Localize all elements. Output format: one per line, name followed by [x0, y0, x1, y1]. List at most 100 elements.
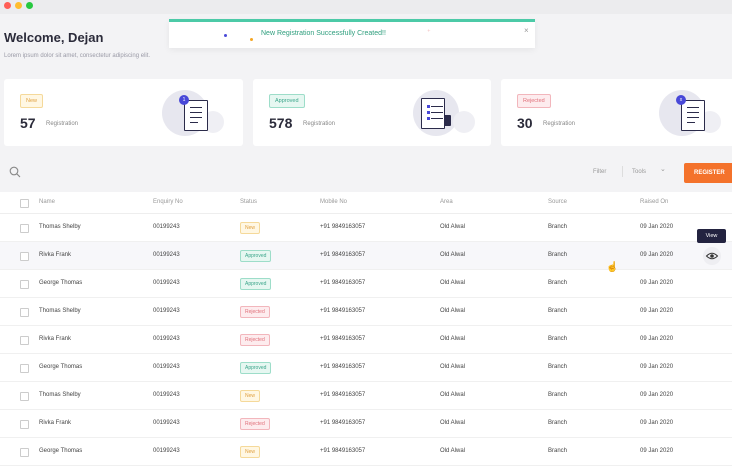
card-label: Registration: [543, 121, 576, 127]
cell-raised-on: 09 Jan 2020: [640, 308, 674, 314]
status-badge: Approved: [240, 362, 272, 374]
cell-enquiry-no: 00199243: [153, 336, 180, 342]
window-titlebar: [0, 0, 732, 14]
view-tooltip: View: [697, 229, 726, 243]
cell-area: Old Alwal: [440, 280, 466, 286]
cell-source: Branch: [548, 392, 568, 398]
cell-name: Thomas Shelby: [39, 392, 81, 398]
stat-card-new[interactable]: New 57 Registration 1: [4, 79, 243, 146]
search-icon[interactable]: [9, 166, 21, 178]
cell-mobile-no: +91 9849163057: [320, 336, 366, 342]
cell-name: Rivka Frank: [39, 336, 72, 342]
cell-enquiry-no: 00199243: [153, 280, 180, 286]
cell-area: Old Alwal: [440, 308, 466, 314]
filter-button[interactable]: Filter: [593, 169, 606, 175]
stat-card-rejected[interactable]: Rejected 30 Registration x: [501, 79, 732, 146]
cell-raised-on: 09 Jan 2020: [640, 336, 674, 342]
cell-name: George Thomas: [39, 280, 83, 286]
cell-raised-on: 09 Jan 2020: [640, 280, 674, 286]
card-count: 57: [20, 115, 36, 131]
table-header: Name Enquiry No Status Mobile No Area So…: [0, 192, 732, 214]
status-badge: Rejected: [517, 94, 551, 108]
status-badge: New: [240, 446, 261, 458]
card-count: 578: [269, 115, 293, 131]
cell-mobile-no: +91 9849163057: [320, 364, 366, 370]
registrations-table: Name Enquiry No Status Mobile No Area So…: [0, 192, 732, 475]
hand-cursor-icon: ☝: [606, 262, 619, 273]
row-checkbox[interactable]: [20, 392, 29, 401]
cell-enquiry-no: 00199243: [153, 224, 180, 230]
table-row[interactable]: Thomas Shelby 00199243 +91 9849163057 Old A…: [0, 214, 732, 242]
cell-raised-on: 09 Jan 2020: [640, 420, 674, 426]
close-window-dot[interactable]: [4, 2, 11, 9]
cell-source: Branch: [548, 308, 568, 314]
cell-raised-on: 09 Jan 2020: [640, 224, 674, 230]
cell-raised-on: 09 Jan 2020: [640, 364, 674, 370]
table-row[interactable]: George Thomas 00199243 +91 9849163057 Old A…: [0, 438, 732, 466]
toolbar-divider: [622, 166, 623, 177]
row-checkbox[interactable]: [20, 448, 29, 457]
minimize-window-dot[interactable]: [15, 2, 22, 9]
maximize-window-dot[interactable]: [26, 2, 33, 9]
cell-enquiry-no: 00199243: [153, 252, 180, 258]
status-badge: Approved: [240, 278, 272, 290]
status-badge: Rejected: [240, 334, 270, 346]
cell-name: Thomas Shelby: [39, 308, 81, 314]
column-header[interactable]: Area: [440, 199, 453, 205]
cell-source: Branch: [548, 364, 568, 370]
decor-dot-icon: [250, 38, 253, 41]
row-checkbox[interactable]: [20, 224, 29, 233]
row-checkbox[interactable]: [20, 364, 29, 373]
row-checkbox[interactable]: [20, 252, 29, 261]
row-checkbox[interactable]: [20, 308, 29, 317]
cell-enquiry-no: 00199243: [153, 448, 180, 454]
stat-card-approved[interactable]: Approved 578 Registration: [253, 79, 491, 146]
cell-name: George Thomas: [39, 364, 83, 370]
toast-message: New Registration Successfully Created!!: [261, 30, 386, 37]
table-row[interactable]: George Thomas 00199243 +91 9849163057 Old A…: [0, 354, 732, 382]
row-checkbox[interactable]: [20, 420, 29, 429]
column-header[interactable]: Enquiry No: [153, 199, 183, 205]
cell-name: George Thomas: [39, 448, 83, 454]
status-badge: Approved: [269, 94, 305, 108]
cell-mobile-no: +91 9849163057: [320, 392, 366, 398]
cell-mobile-no: +91 9849163057: [320, 252, 366, 258]
table-row[interactable]: Thomas Shelby 00199243 +91 9849163057 Old A…: [0, 382, 732, 410]
column-header[interactable]: Name: [39, 199, 55, 205]
cell-area: Old Alwal: [440, 364, 466, 370]
card-label: Registration: [303, 121, 336, 127]
status-badge: New: [240, 390, 261, 402]
success-toast: New Registration Successfully Created!! …: [169, 19, 535, 48]
row-checkbox[interactable]: [20, 280, 29, 289]
cell-name: Rivka Frank: [39, 252, 72, 258]
sparkle-icon: ⁺: [427, 29, 431, 36]
welcome-subtitle: Lorem ipsum dolor sit amet, consectetur …: [4, 53, 151, 59]
cell-source: Branch: [548, 280, 568, 286]
cell-raised-on: 09 Jan 2020: [640, 448, 674, 454]
column-header[interactable]: Mobile No: [320, 199, 347, 205]
column-header[interactable]: Status: [240, 199, 257, 205]
chevron-down-icon[interactable]: ⌄: [660, 165, 666, 173]
cell-enquiry-no: 00199243: [153, 392, 180, 398]
badge-x: x: [676, 95, 686, 105]
row-checkbox[interactable]: [20, 336, 29, 345]
table-row[interactable]: Rivka Frank 00199243 +91 9849163057 Old Alw…: [0, 242, 732, 270]
table-row[interactable]: George Thomas 00199243 +91 9849163057 Old A…: [0, 270, 732, 298]
view-button[interactable]: [703, 247, 721, 265]
column-header[interactable]: Source: [548, 199, 567, 205]
cell-enquiry-no: 00199243: [153, 308, 180, 314]
cell-area: Old Alwal: [440, 252, 466, 258]
cell-mobile-no: +91 9849163057: [320, 448, 366, 454]
welcome-heading: Welcome, Dejan: [4, 30, 104, 45]
toast-close-icon[interactable]: ×: [524, 26, 529, 35]
status-badge: Rejected: [240, 418, 270, 430]
status-badge: Rejected: [240, 306, 270, 318]
select-all-checkbox[interactable]: [20, 199, 29, 208]
table-row[interactable]: Thomas Shelby 00199243 +91 9849163057 Old A…: [0, 298, 732, 326]
column-header[interactable]: Raised On: [640, 199, 668, 205]
register-button[interactable]: REGISTER: [684, 163, 732, 183]
decor-dot-icon: [224, 34, 227, 37]
tools-dropdown[interactable]: Tools: [632, 169, 646, 175]
table-row[interactable]: Rivka Frank 00199243 +91 9849163057 Old Alw…: [0, 410, 732, 438]
table-row[interactable]: Rivka Frank 00199243 +91 9849163057 Old Alw…: [0, 326, 732, 354]
